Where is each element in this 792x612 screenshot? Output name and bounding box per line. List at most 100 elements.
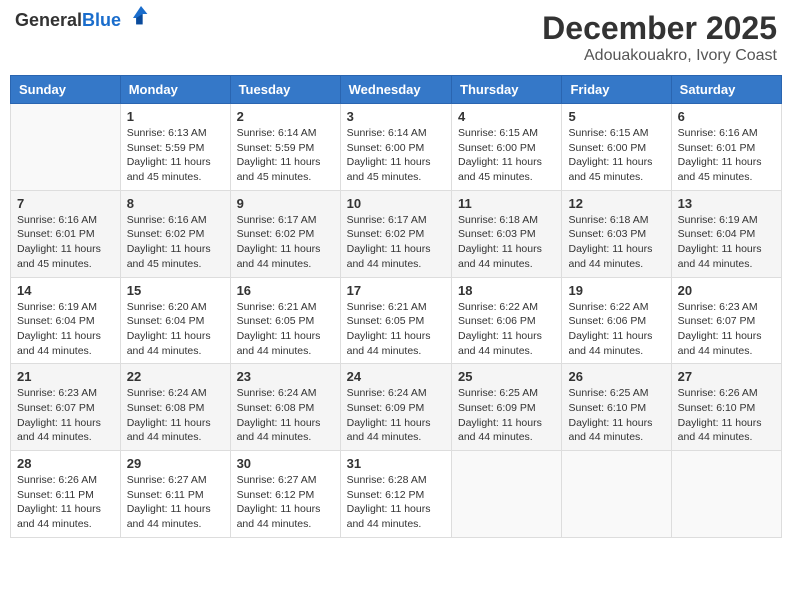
calendar-cell: 22 Sunrise: 6:24 AMSunset: 6:08 PMDayligh… (120, 364, 230, 451)
day-info: Sunrise: 6:26 AMSunset: 6:11 PMDaylight:… (17, 473, 114, 532)
day-info: Sunrise: 6:17 AMSunset: 6:02 PMDaylight:… (347, 213, 445, 272)
day-info: Sunrise: 6:15 AMSunset: 6:00 PMDaylight:… (568, 126, 664, 185)
weekday-header-saturday: Saturday (671, 76, 781, 104)
calendar-cell: 3Sunrise: 6:14 AMSunset: 6:00 PMDaylight… (340, 104, 451, 191)
day-info: Sunrise: 6:24 AMSunset: 6:08 PMDaylight:… (237, 386, 334, 445)
day-info: Sunrise: 6:23 AMSunset: 6:07 PMDaylight:… (678, 300, 775, 359)
logo-blue: Blue (82, 10, 121, 30)
calendar-cell (562, 451, 671, 538)
calendar-cell: 30 Sunrise: 6:27 AMSunset: 6:12 PMDayligh… (230, 451, 340, 538)
calendar-cell: 31 Sunrise: 6:28 AMSunset: 6:12 PMDayligh… (340, 451, 451, 538)
day-number: 12 (568, 196, 664, 211)
day-number: 24 (347, 369, 445, 384)
calendar-cell: 12 Sunrise: 6:18 AMSunset: 6:03 PMDayligh… (562, 190, 671, 277)
calendar-cell: 20 Sunrise: 6:23 AMSunset: 6:07 PMDayligh… (671, 277, 781, 364)
calendar-cell: 7Sunrise: 6:16 AMSunset: 6:01 PMDaylight… (11, 190, 121, 277)
calendar-cell: 5 Sunrise: 6:15 AMSunset: 6:00 PMDaylight… (562, 104, 671, 191)
day-number: 9 (237, 196, 334, 211)
calendar-cell: 21Sunrise: 6:23 AMSunset: 6:07 PMDayligh… (11, 364, 121, 451)
calendar-cell: 8Sunrise: 6:16 AMSunset: 6:02 PMDaylight… (120, 190, 230, 277)
day-number: 5 (568, 109, 664, 124)
week-row-3: 14 Sunrise: 6:19 AMSunset: 6:04 PMDayligh… (11, 277, 782, 364)
week-row-2: 7Sunrise: 6:16 AMSunset: 6:01 PMDaylight… (11, 190, 782, 277)
week-row-5: 28 Sunrise: 6:26 AMSunset: 6:11 PMDayligh… (11, 451, 782, 538)
day-info: Sunrise: 6:27 AMSunset: 6:11 PMDaylight:… (127, 473, 224, 532)
day-number: 3 (347, 109, 445, 124)
title-area: December 2025 Adouakouakro, Ivory Coast (542, 10, 777, 65)
calendar-cell: 14 Sunrise: 6:19 AMSunset: 6:04 PMDayligh… (11, 277, 121, 364)
calendar-cell (671, 451, 781, 538)
month-title: December 2025 (542, 10, 777, 47)
calendar-cell: 1 Sunrise: 6:13 AMSunset: 5:59 PMDaylight… (120, 104, 230, 191)
day-number: 30 (237, 456, 334, 471)
day-info: Sunrise: 6:18 AMSunset: 6:03 PMDaylight:… (568, 213, 664, 272)
calendar-cell: 26Sunrise: 6:25 AMSunset: 6:10 PMDayligh… (562, 364, 671, 451)
weekday-header-tuesday: Tuesday (230, 76, 340, 104)
day-number: 28 (17, 456, 114, 471)
logo-icon (125, 2, 149, 26)
calendar-cell: 4Sunrise: 6:15 AMSunset: 6:00 PMDaylight… (452, 104, 562, 191)
day-info: Sunrise: 6:20 AMSunset: 6:04 PMDaylight:… (127, 300, 224, 359)
calendar-cell (11, 104, 121, 191)
day-number: 19 (568, 283, 664, 298)
calendar-cell: 27 Sunrise: 6:26 AMSunset: 6:10 PMDayligh… (671, 364, 781, 451)
weekday-header-friday: Friday (562, 76, 671, 104)
day-info: Sunrise: 6:23 AMSunset: 6:07 PMDaylight:… (17, 386, 114, 445)
calendar-table: SundayMondayTuesdayWednesdayThursdayFrid… (10, 75, 782, 538)
calendar-cell (452, 451, 562, 538)
logo: GeneralBlue (15, 10, 121, 31)
day-number: 31 (347, 456, 445, 471)
day-number: 1 (127, 109, 224, 124)
day-number: 25 (458, 369, 555, 384)
calendar-cell: 9 Sunrise: 6:17 AMSunset: 6:02 PMDaylight… (230, 190, 340, 277)
day-info: Sunrise: 6:25 AMSunset: 6:09 PMDaylight:… (458, 386, 555, 445)
day-number: 7 (17, 196, 114, 211)
calendar-cell: 18 Sunrise: 6:22 AMSunset: 6:06 PMDayligh… (452, 277, 562, 364)
logo-general: General (15, 10, 82, 30)
weekday-header-monday: Monday (120, 76, 230, 104)
weekday-header-wednesday: Wednesday (340, 76, 451, 104)
day-info: Sunrise: 6:19 AMSunset: 6:04 PMDaylight:… (17, 300, 114, 359)
day-info: Sunrise: 6:17 AMSunset: 6:02 PMDaylight:… (237, 213, 334, 272)
calendar-cell: 24Sunrise: 6:24 AMSunset: 6:09 PMDayligh… (340, 364, 451, 451)
day-info: Sunrise: 6:21 AMSunset: 6:05 PMDaylight:… (347, 300, 445, 359)
weekday-header-sunday: Sunday (11, 76, 121, 104)
day-number: 11 (458, 196, 555, 211)
day-number: 13 (678, 196, 775, 211)
day-number: 2 (237, 109, 334, 124)
day-info: Sunrise: 6:13 AMSunset: 5:59 PMDaylight:… (127, 126, 224, 185)
day-info: Sunrise: 6:16 AMSunset: 6:01 PMDaylight:… (678, 126, 775, 185)
day-info: Sunrise: 6:27 AMSunset: 6:12 PMDaylight:… (237, 473, 334, 532)
day-info: Sunrise: 6:16 AMSunset: 6:02 PMDaylight:… (127, 213, 224, 272)
day-info: Sunrise: 6:26 AMSunset: 6:10 PMDaylight:… (678, 386, 775, 445)
calendar-cell: 13 Sunrise: 6:19 AMSunset: 6:04 PMDayligh… (671, 190, 781, 277)
day-info: Sunrise: 6:28 AMSunset: 6:12 PMDaylight:… (347, 473, 445, 532)
day-info: Sunrise: 6:22 AMSunset: 6:06 PMDaylight:… (458, 300, 555, 359)
day-number: 29 (127, 456, 224, 471)
day-number: 22 (127, 369, 224, 384)
day-info: Sunrise: 6:19 AMSunset: 6:04 PMDaylight:… (678, 213, 775, 272)
day-info: Sunrise: 6:21 AMSunset: 6:05 PMDaylight:… (237, 300, 334, 359)
location-title: Adouakouakro, Ivory Coast (542, 47, 777, 65)
day-info: Sunrise: 6:18 AMSunset: 6:03 PMDaylight:… (458, 213, 555, 272)
day-number: 14 (17, 283, 114, 298)
calendar-cell: 6Sunrise: 6:16 AMSunset: 6:01 PMDaylight… (671, 104, 781, 191)
calendar-cell: 10Sunrise: 6:17 AMSunset: 6:02 PMDayligh… (340, 190, 451, 277)
calendar-cell: 17 Sunrise: 6:21 AMSunset: 6:05 PMDayligh… (340, 277, 451, 364)
day-number: 23 (237, 369, 334, 384)
day-number: 16 (237, 283, 334, 298)
day-number: 17 (347, 283, 445, 298)
day-number: 27 (678, 369, 775, 384)
day-info: Sunrise: 6:14 AMSunset: 5:59 PMDaylight:… (237, 126, 334, 185)
calendar-cell: 15Sunrise: 6:20 AMSunset: 6:04 PMDayligh… (120, 277, 230, 364)
day-number: 26 (568, 369, 664, 384)
day-number: 18 (458, 283, 555, 298)
weekday-header-thursday: Thursday (452, 76, 562, 104)
day-info: Sunrise: 6:22 AMSunset: 6:06 PMDaylight:… (568, 300, 664, 359)
calendar-cell: 25 Sunrise: 6:25 AMSunset: 6:09 PMDayligh… (452, 364, 562, 451)
week-row-4: 21Sunrise: 6:23 AMSunset: 6:07 PMDayligh… (11, 364, 782, 451)
day-info: Sunrise: 6:24 AMSunset: 6:08 PMDaylight:… (127, 386, 224, 445)
day-number: 4 (458, 109, 555, 124)
calendar-cell: 11 Sunrise: 6:18 AMSunset: 6:03 PMDayligh… (452, 190, 562, 277)
day-number: 20 (678, 283, 775, 298)
